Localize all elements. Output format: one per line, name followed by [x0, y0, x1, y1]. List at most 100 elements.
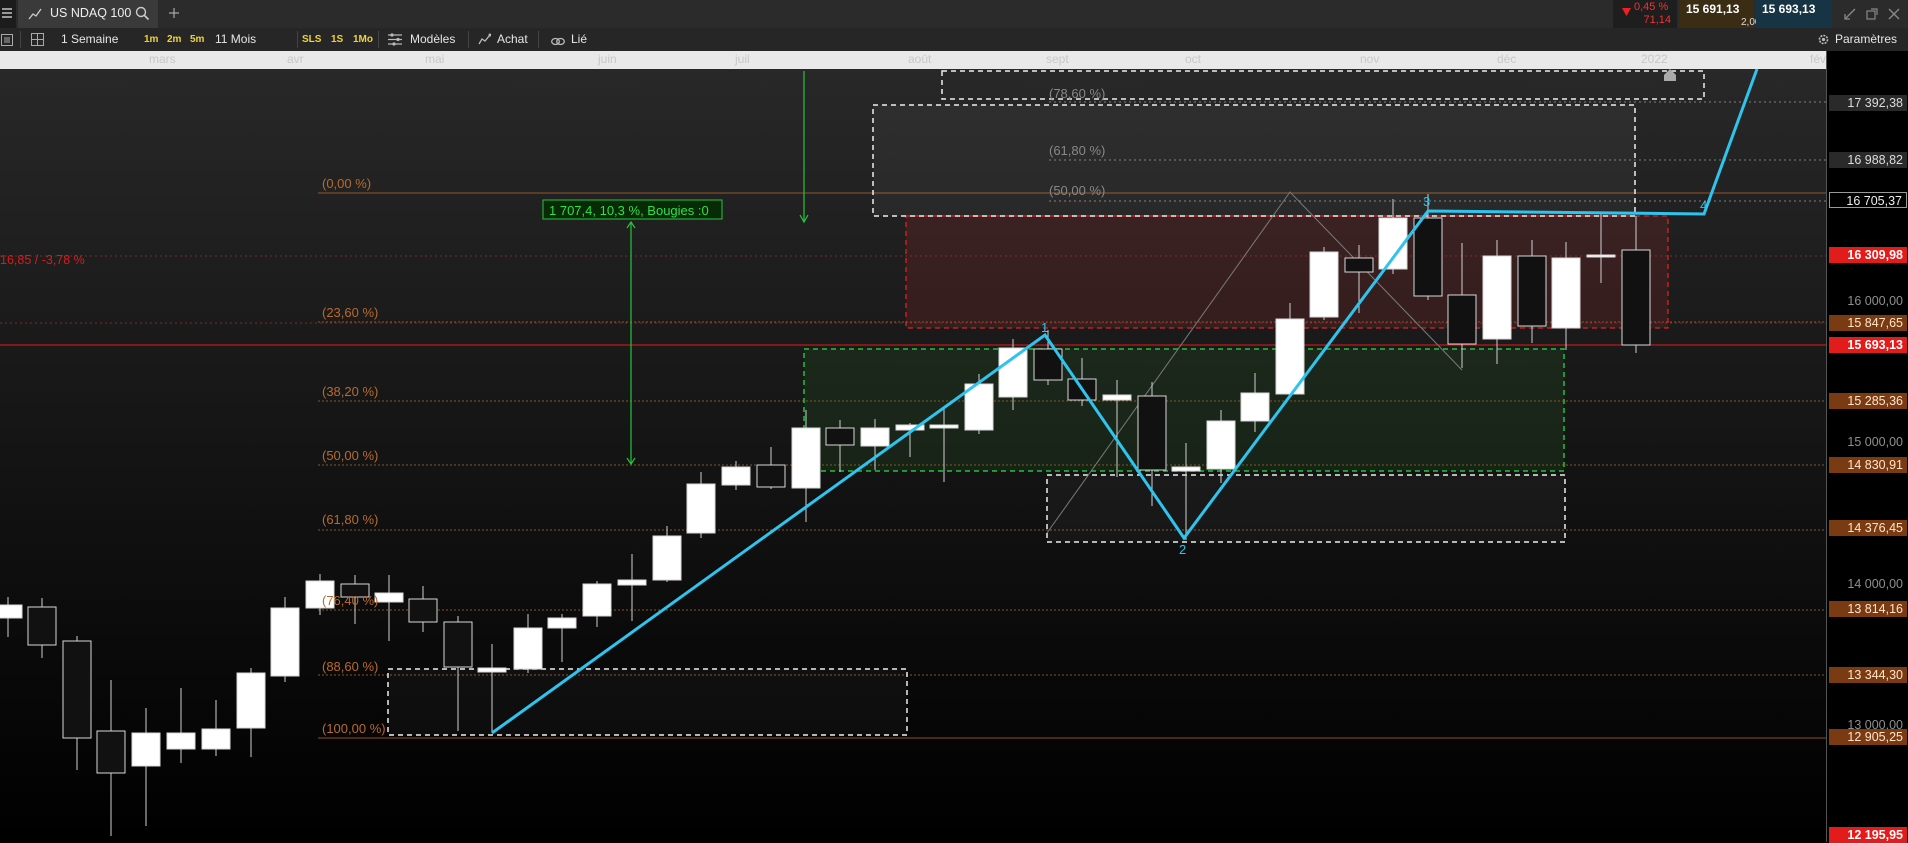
window-restore-icon[interactable]	[1844, 7, 1856, 25]
quote-change: 0,45 % 71,14	[1613, 0, 1677, 28]
fib-label: (38,20 %)	[322, 384, 378, 399]
candle-body	[443, 621, 473, 668]
grid-icon[interactable]	[31, 33, 44, 51]
instrument-name: US NDAQ 100	[50, 6, 132, 20]
fib-label: (88,60 %)	[322, 659, 378, 674]
fib-label: (23,60 %)	[322, 305, 378, 320]
month-label: sept	[1046, 52, 1069, 66]
candle-body	[1447, 294, 1477, 345]
templates-button[interactable]: Modèles	[410, 28, 455, 51]
candle	[513, 614, 543, 673]
candle	[96, 680, 126, 836]
candle-body	[0, 604, 23, 619]
chart-toolbar: 1 Semaine 1m 2m 5m 11 Mois SLS 1S 1Mo Mo…	[0, 28, 1908, 52]
candle	[201, 700, 231, 756]
candle-body	[1517, 255, 1547, 327]
candle	[652, 526, 682, 582]
range-selector[interactable]: 11 Mois	[215, 28, 256, 51]
ask-price: 15 693,13	[1762, 2, 1816, 16]
window-popout-icon[interactable]	[1866, 7, 1878, 25]
fib-label: (0,00 %)	[322, 176, 371, 191]
resolution-2m[interactable]: 2m	[167, 32, 181, 47]
fib-label: (76,40 %)	[322, 593, 378, 608]
candle-body	[1137, 395, 1167, 471]
fib-extension-label: (78,60 %)	[1049, 86, 1105, 101]
candle	[756, 447, 786, 489]
resolution-1s[interactable]: 1S	[331, 32, 343, 47]
templates-icon[interactable]	[388, 33, 402, 51]
month-label: mars	[149, 52, 176, 66]
candle-body	[1240, 392, 1270, 422]
candle-body	[131, 732, 161, 767]
candle-body	[477, 667, 507, 673]
link-button[interactable]: Lié	[571, 28, 587, 51]
candle-body	[166, 732, 196, 750]
base-zone[interactable]	[387, 668, 908, 736]
candle-body	[791, 427, 821, 489]
month-label: juil	[735, 52, 750, 66]
target-zone-upper[interactable]	[872, 104, 1636, 217]
resolution-1m[interactable]: 1m	[144, 32, 158, 47]
candle	[582, 581, 612, 627]
plus-icon[interactable]	[167, 6, 181, 25]
candlestick-chart[interactable]: 1 707,4, 10,3 %, Bougies :0 1 2 3 4 (0,0…	[0, 69, 1826, 842]
candle-body	[929, 424, 959, 429]
candle	[270, 597, 300, 682]
candle-body	[27, 606, 57, 646]
buy-icon[interactable]	[478, 33, 492, 51]
candle	[27, 598, 57, 658]
fib-label: (61,80 %)	[322, 512, 378, 527]
candle-body	[1621, 249, 1651, 346]
price-label: 13 344,30	[1829, 667, 1907, 683]
instrument-tab[interactable]: US NDAQ 100	[18, 0, 158, 28]
resolution-sls[interactable]: SLS	[302, 32, 321, 47]
price-axis[interactable]: 17 392,38 16 988,82 16 705,37 16 309,98 …	[1826, 51, 1908, 843]
price-label: 15 285,36	[1829, 393, 1907, 409]
chart-area[interactable]: 1 707,4, 10,3 %, Bougies :0 1 2 3 4 (0,0…	[0, 69, 1826, 842]
gear-icon[interactable]	[1817, 33, 1830, 51]
measure-label: 1 707,4, 10,3 %, Bougies :0	[549, 203, 709, 218]
price-label: 12 195,95	[1829, 827, 1907, 843]
menu-icon[interactable]	[0, 0, 16, 28]
pullback-zone[interactable]	[1046, 474, 1566, 543]
candle-body	[825, 427, 855, 446]
alert-price-label: 16 309,98	[1829, 247, 1907, 263]
price-label: 12 905,25	[1829, 729, 1907, 745]
buy-button[interactable]: Achat	[497, 28, 528, 51]
search-icon[interactable]	[135, 6, 150, 26]
ask-button[interactable]: 15 693,13	[1756, 0, 1832, 28]
time-axis[interactable]: mars avr mai juin juil août sept oct nov…	[0, 51, 1830, 69]
wave-label-1: 1	[1041, 320, 1048, 335]
month-label: mai	[425, 52, 445, 66]
candle	[131, 708, 161, 826]
wave-label-3: 3	[1423, 194, 1430, 209]
resolution-1mo[interactable]: 1Mo	[353, 32, 373, 47]
month-label: avr	[287, 52, 304, 66]
fib-extension-label: (50,00 %)	[1049, 183, 1105, 198]
chart-line-icon	[28, 7, 42, 26]
candle-body	[1344, 257, 1374, 273]
candle-body	[96, 730, 126, 774]
settings-button[interactable]: Paramètres	[1835, 28, 1897, 51]
resolution-5m[interactable]: 5m	[190, 32, 204, 47]
candle	[374, 575, 404, 641]
candle	[408, 586, 438, 632]
link-icon[interactable]	[551, 34, 565, 52]
candle-body	[201, 728, 231, 750]
candle-body	[721, 466, 751, 486]
candle-body	[547, 617, 577, 629]
candle-body	[1102, 394, 1132, 401]
candle	[617, 554, 647, 621]
price-label: 16 000,00	[1847, 294, 1903, 308]
candle-body	[582, 583, 612, 617]
month-label: oct	[1185, 52, 1202, 66]
close-icon[interactable]	[1888, 7, 1900, 25]
month-label: 2022	[1641, 52, 1668, 66]
period-selector[interactable]: 1 Semaine	[61, 28, 118, 51]
candle	[0, 597, 23, 637]
candle-body	[1309, 251, 1339, 318]
list-icon[interactable]	[1, 33, 13, 51]
support-zone[interactable]	[803, 348, 1565, 472]
price-label: 16 705,37	[1829, 192, 1907, 208]
fib-extension-label: (61,80 %)	[1049, 143, 1105, 158]
